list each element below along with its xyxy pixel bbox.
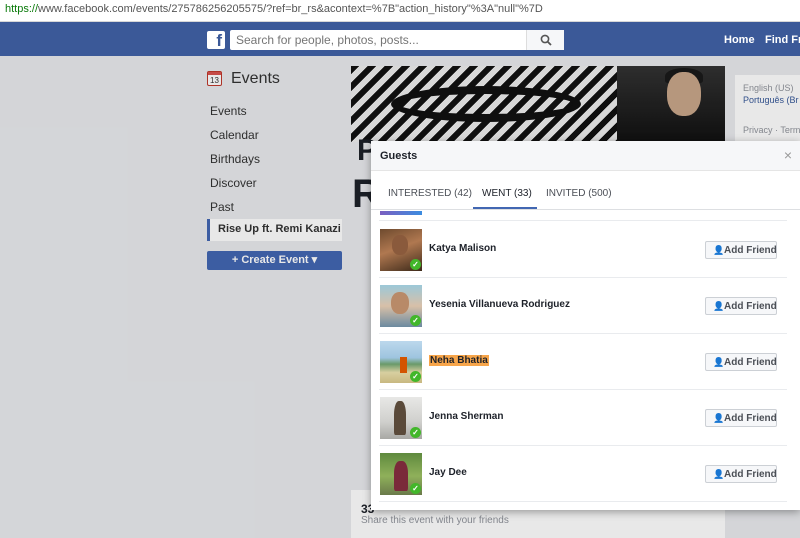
search-input[interactable]: [230, 30, 520, 50]
guest-avatar[interactable]: ✓: [380, 229, 422, 271]
add-friend-icon: 👤: [713, 413, 725, 423]
add-friend-button[interactable]: 👤 Add Friend: [705, 297, 777, 315]
guest-avatar[interactable]: ✓: [380, 397, 422, 439]
avatar-figure: [394, 461, 408, 491]
row-divider: [379, 445, 787, 446]
nav-home-link[interactable]: Home: [724, 34, 755, 46]
search-icon: [540, 34, 552, 46]
add-friend-button[interactable]: 👤 Add Friend: [705, 409, 777, 427]
went-check-icon: ✓: [410, 483, 421, 494]
went-check-icon: ✓: [410, 315, 421, 326]
went-check-icon: ✓: [410, 259, 421, 270]
guest-row: ✓ Yesenia Villanueva Rodriguez 👤 Add Frie…: [371, 279, 800, 335]
tab-interested[interactable]: INTERESTED (42): [388, 188, 472, 199]
add-friend-button[interactable]: 👤 Add Friend: [705, 353, 777, 371]
row-divider: [379, 277, 787, 278]
browser-address-bar[interactable]: https://www.facebook.com/events/27578625…: [0, 0, 800, 22]
avatar-figure: [392, 235, 408, 255]
guest-row: ✓ Katya Malison 👤 Add Friend: [371, 223, 800, 279]
guest-list[interactable]: ✓ Katya Malison 👤 Add Friend ✓ Yesenia Vi…: [371, 211, 800, 510]
previous-guest-avatar-edge: [380, 211, 422, 215]
guest-row: ✓ Neha Bhatia 👤 Add Friend: [371, 335, 800, 391]
avatar-figure: [394, 401, 406, 435]
guest-name[interactable]: Katya Malison: [429, 243, 496, 254]
row-divider: [379, 220, 787, 221]
close-icon[interactable]: ×: [784, 147, 792, 163]
add-friend-icon: 👤: [713, 357, 725, 367]
went-check-icon: ✓: [410, 371, 421, 382]
add-friend-icon: 👤: [713, 469, 725, 479]
tab-went[interactable]: WENT (33): [482, 188, 532, 199]
guest-name[interactable]: Jenna Sherman: [429, 411, 503, 422]
avatar-figure: [391, 292, 409, 314]
search-button[interactable]: [526, 30, 564, 50]
url-text: www.facebook.com/events/275786256205575/…: [38, 3, 543, 15]
guest-name-highlighted[interactable]: Neha Bhatia: [429, 355, 489, 366]
row-divider: [379, 389, 787, 390]
search-box: [230, 30, 564, 50]
add-friend-icon: 👤: [713, 245, 725, 255]
row-divider: [379, 333, 787, 334]
went-check-icon: ✓: [410, 427, 421, 438]
add-friend-icon: 👤: [713, 301, 725, 311]
dialog-header: Guests ×: [371, 141, 800, 171]
guest-avatar[interactable]: ✓: [380, 341, 422, 383]
guest-row: ✓ Jay Dee 👤 Add Friend: [371, 447, 800, 503]
url-scheme: https://: [5, 3, 39, 15]
dialog-title: Guests: [380, 150, 418, 162]
guest-avatar[interactable]: ✓: [380, 285, 422, 327]
guest-tabs: INTERESTED (42) WENT (33) INVITED (500): [371, 172, 800, 210]
guest-row: ✓ Jenna Sherman 👤 Add Friend: [371, 391, 800, 447]
nav-find-friends-link[interactable]: Find Fri: [765, 34, 800, 46]
add-friend-button[interactable]: 👤 Add Friend: [705, 241, 777, 259]
add-friend-button[interactable]: 👤 Add Friend: [705, 465, 777, 483]
guest-avatar[interactable]: ✓: [380, 453, 422, 495]
active-tab-indicator: [473, 207, 537, 209]
guest-name[interactable]: Yesenia Villanueva Rodriguez: [429, 299, 570, 310]
top-navigation-bar: f Home Find Fri: [0, 22, 800, 56]
row-divider: [379, 501, 787, 502]
facebook-logo-icon[interactable]: f: [207, 31, 225, 49]
guest-name[interactable]: Jay Dee: [429, 467, 467, 478]
guests-dialog: Guests × INTERESTED (42) WENT (33) INVIT…: [371, 141, 800, 510]
avatar-figure: [400, 357, 407, 373]
tab-invited[interactable]: INVITED (500): [546, 188, 612, 199]
